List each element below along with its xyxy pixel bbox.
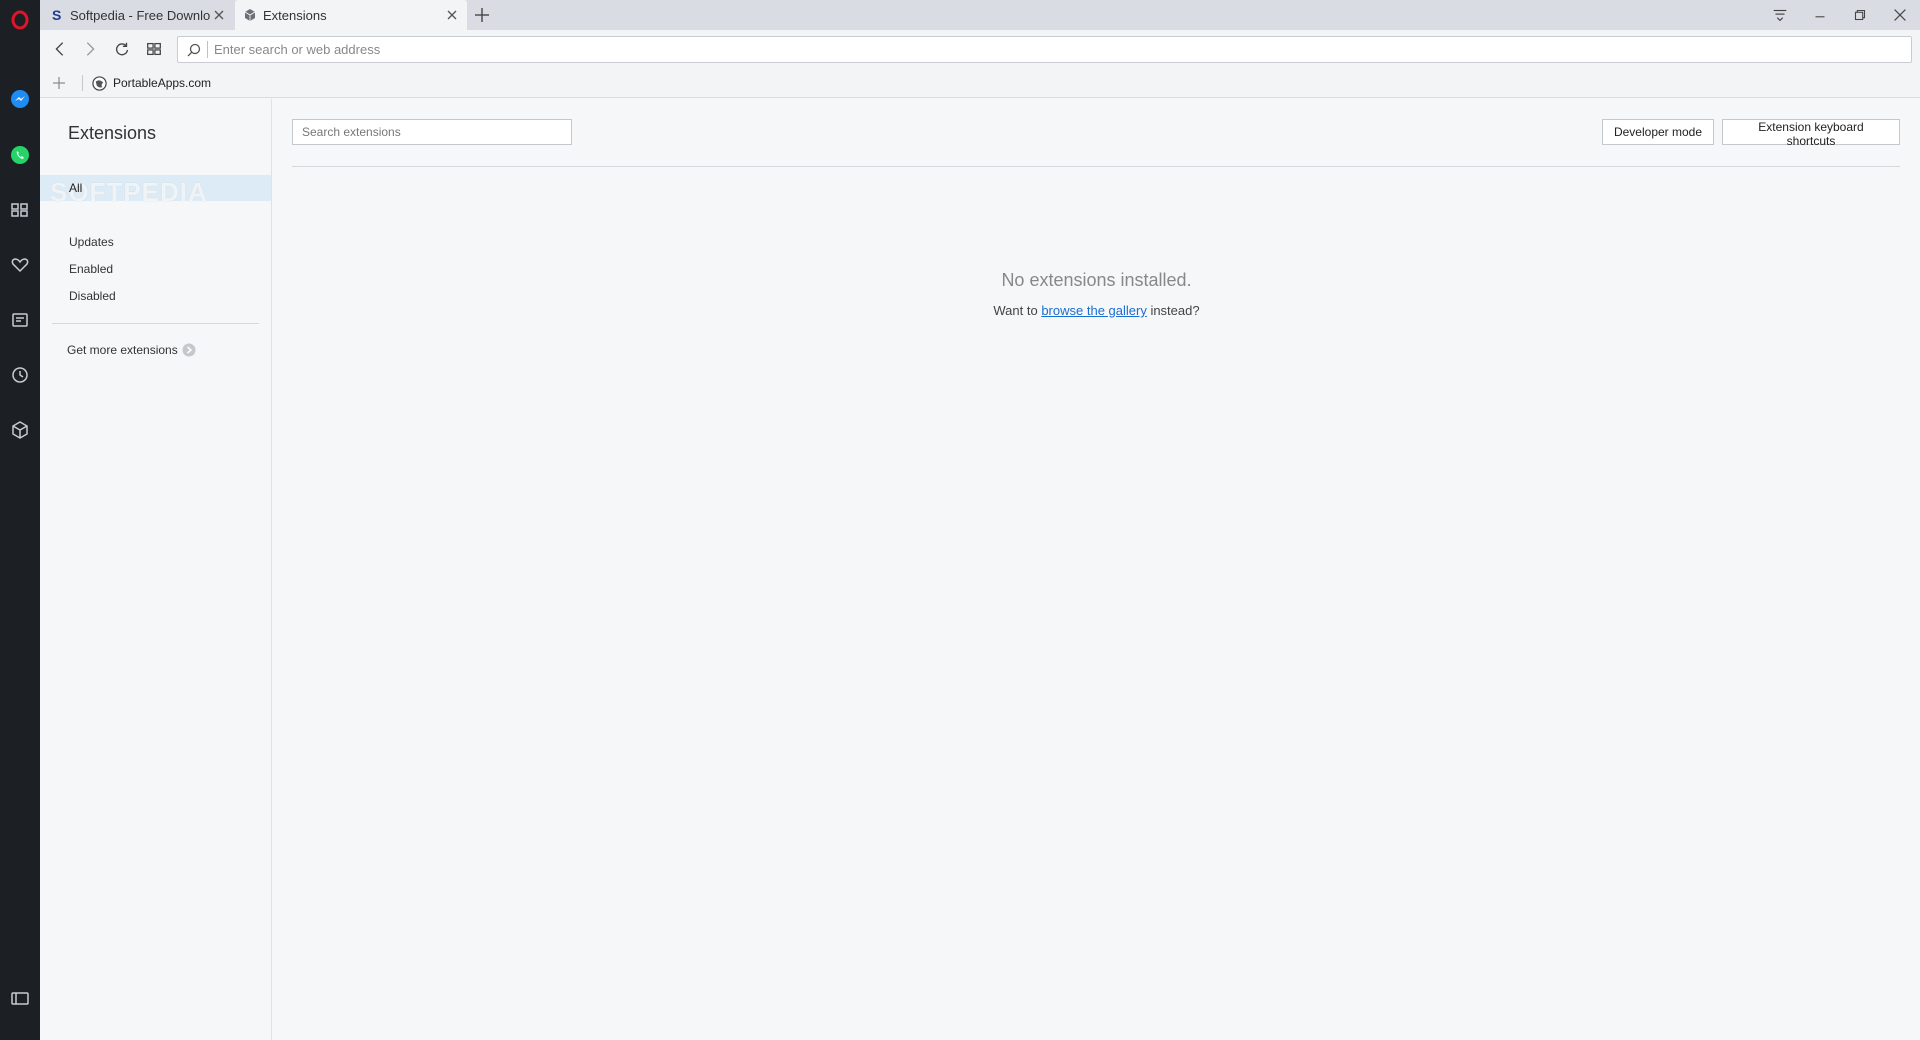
extension-cube-icon xyxy=(243,8,257,22)
tab-menu-icon[interactable] xyxy=(1770,5,1790,25)
opera-sidebar xyxy=(0,0,40,1040)
bookmark-label: PortableApps.com xyxy=(113,76,212,90)
search-icon xyxy=(186,42,202,58)
softpedia-s-icon: S xyxy=(50,8,64,22)
close-icon[interactable] xyxy=(212,8,226,22)
keyboard-shortcuts-button[interactable]: Extension keyboard shortcuts xyxy=(1722,119,1900,148)
messenger-icon[interactable] xyxy=(8,87,32,111)
developer-mode-button[interactable]: Developer mode xyxy=(1602,119,1714,145)
address-divider xyxy=(207,41,208,58)
tab-title: Extensions xyxy=(263,7,327,23)
opera-logo-icon[interactable] xyxy=(8,8,32,32)
restore-icon[interactable] xyxy=(1850,5,1870,25)
address-input[interactable] xyxy=(214,40,1894,59)
close-icon[interactable] xyxy=(445,8,459,22)
tab-strip: S Softpedia - Free Downloads Extensions xyxy=(40,0,1920,30)
navigation-toolbar xyxy=(40,30,1920,68)
sidebar-toggle-icon[interactable] xyxy=(8,986,32,1010)
svg-text:S: S xyxy=(52,8,61,22)
empty-state-title: No extensions installed. xyxy=(1001,270,1192,290)
tab-softpedia[interactable]: S Softpedia - Free Downloads xyxy=(42,0,234,30)
get-more-extensions-link[interactable]: Get more extensions xyxy=(67,343,196,357)
extensions-nav: Extensions SOFTPEDIA All Updates Enabled… xyxy=(40,99,272,1040)
reload-icon[interactable] xyxy=(112,39,132,59)
add-bookmark-plus-icon[interactable] xyxy=(50,74,68,92)
news-icon[interactable] xyxy=(8,308,32,332)
bookmark-portableapps[interactable]: PortableApps.com xyxy=(92,74,211,92)
speed-dial-icon[interactable] xyxy=(8,198,32,222)
heart-bookmarks-icon[interactable] xyxy=(8,253,32,277)
forward-icon[interactable] xyxy=(80,39,100,59)
nav-item-all[interactable]: SOFTPEDIA All xyxy=(40,175,271,207)
extensions-main: Developer mode Extension keyboard shortc… xyxy=(273,99,1920,1040)
empty-state-subtitle: Want to browse the gallery instead? xyxy=(273,303,1920,318)
page-title: Extensions xyxy=(68,123,157,143)
get-more-label: Get more extensions xyxy=(67,343,178,357)
bookmarks-divider xyxy=(82,75,83,91)
arrow-right-circle-icon xyxy=(182,343,196,357)
speed-dial-grid-icon[interactable] xyxy=(144,39,164,59)
minimize-icon[interactable] xyxy=(1810,5,1830,25)
bookmarks-bar: PortableApps.com xyxy=(40,68,1920,98)
nav-divider xyxy=(52,323,259,324)
history-clock-icon[interactable] xyxy=(8,363,32,387)
search-extensions-input[interactable] xyxy=(292,119,572,145)
address-bar[interactable] xyxy=(177,36,1912,63)
extensions-cube-icon[interactable] xyxy=(8,418,32,442)
close-window-icon[interactable] xyxy=(1890,5,1910,25)
nav-item-disabled[interactable]: Disabled xyxy=(69,289,116,303)
tab-title: Softpedia - Free Downloads xyxy=(70,7,210,23)
new-tab-plus-icon[interactable] xyxy=(472,5,492,25)
main-divider xyxy=(292,166,1900,167)
globe-icon xyxy=(92,75,107,91)
back-icon[interactable] xyxy=(50,39,70,59)
empty-post-text: instead? xyxy=(1146,303,1200,318)
empty-pre-text: Want to xyxy=(993,303,1042,318)
nav-item-label: All xyxy=(69,181,83,195)
nav-item-updates[interactable]: Updates xyxy=(69,235,114,249)
tab-extensions[interactable]: Extensions xyxy=(235,0,467,30)
whatsapp-icon[interactable] xyxy=(8,143,32,167)
browse-gallery-link[interactable]: browse the gallery xyxy=(1041,303,1147,318)
nav-item-enabled[interactable]: Enabled xyxy=(69,262,113,276)
